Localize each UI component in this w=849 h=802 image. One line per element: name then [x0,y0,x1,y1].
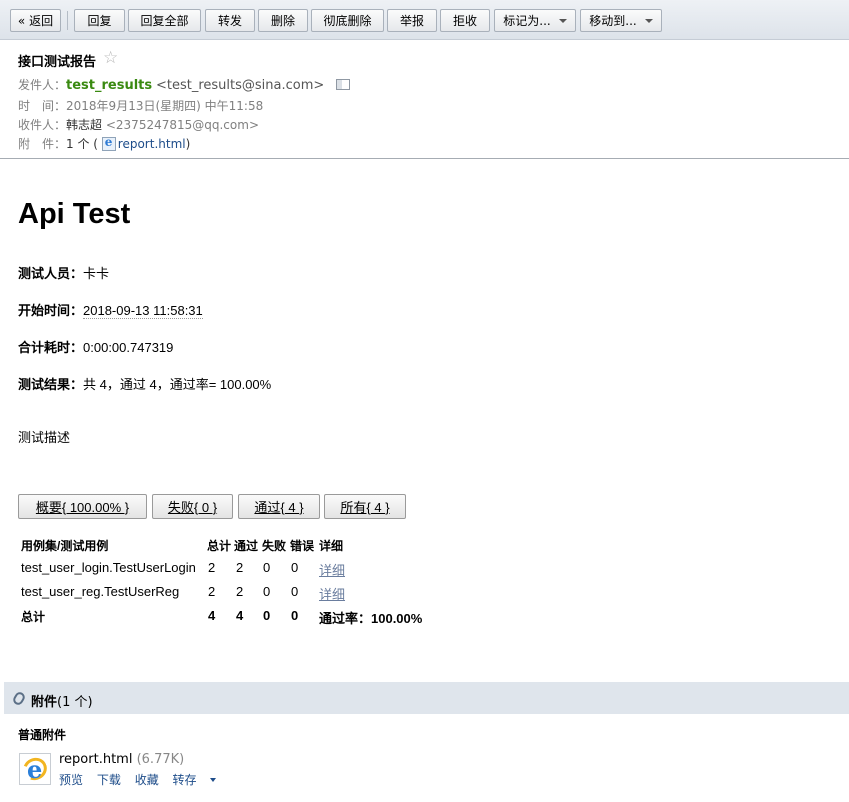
time-value: 2018年9月13日(星期四) 中午11:58 [66,99,264,113]
contact-card-icon[interactable] [336,79,351,90]
recipient-email: <2375247815@qq.com> [105,118,259,132]
start-time-label: 开始时间： [18,303,84,318]
table-row-fail: 0 [263,560,271,575]
attachments-title: 附件(1 个) [31,691,93,710]
attachments-label: 附件 [31,695,58,710]
table-row-pass: 2 [236,584,244,599]
start-time-field: 开始时间：2018-09-13 11:58:31 [18,300,203,319]
attachment-file: report.html (6.77K) [59,752,184,767]
table-row-error: 0 [291,560,299,575]
html-file-icon [101,135,116,151]
preview-link[interactable]: 预览 [59,773,83,787]
favorite-link[interactable]: 收藏 [135,773,159,787]
attachment-file-name[interactable]: report.html [59,752,132,767]
table-row-total: 2 [208,584,216,599]
failed-filter-button[interactable]: 失败{ 0 } [152,494,233,519]
save-to-dropdown[interactable]: 转存 [173,773,226,787]
table-row-fail: 0 [263,584,271,599]
html-file-icon[interactable]: e [19,753,51,785]
mark-as-dropdown[interactable]: 标记为... [494,9,576,32]
tester-field: 测试人员：卡卡 [18,263,109,282]
attachment-label: 附 件： [18,137,67,151]
table-row-total: 2 [208,560,216,575]
table-row-name: test_user_reg.TestUserReg [21,584,180,599]
delete-permanent-button[interactable]: 彻底删除 [311,9,384,32]
chevron-down-icon [209,778,216,782]
report-spam-button[interactable]: 举报 [387,9,437,32]
detail-link[interactable]: 详细 [319,584,345,603]
mail-subject: 接口测试报告 [18,55,97,70]
star-icon[interactable]: ☆ [103,48,118,68]
table-footer-fail: 0 [263,608,271,623]
recipient-row: 收件人：韩志超 <2375247815@qq.com> [18,116,259,133]
move-to-dropdown[interactable]: 移动到... [580,9,662,32]
save-to-label: 转存 [172,773,197,787]
result-field: 测试结果：共 4，通过 4，通过率= 100.00% [18,374,271,393]
back-button[interactable]: « 返回 [10,9,61,32]
attachment-actions: 预览 下载 收藏 转存 [59,771,236,788]
result-label: 测试结果： [18,377,84,392]
attachment-file-size: (6.77K) [136,752,185,767]
duration-field: 合计耗时：0:00:00.747319 [18,337,173,356]
detail-link[interactable]: 详细 [319,560,345,579]
table-row-error: 0 [291,584,299,599]
chevron-down-icon [558,18,567,23]
table-row-pass: 2 [236,560,244,575]
table-footer-pass: 4 [236,608,244,623]
attachments-bar: 附件(1 个) [4,682,849,714]
time-row: 时 间：2018年9月13日(星期四) 中午11:58 [18,97,263,114]
table-header: 通过 [234,539,259,553]
reply-button[interactable]: 回复 [74,9,125,32]
normal-attachments-heading: 普通附件 [18,728,67,742]
table-header: 错误 [290,539,315,553]
table-footer-name: 总计 [21,610,46,624]
recipient-label: 收件人： [18,118,67,132]
delete-button[interactable]: 删除 [258,9,308,32]
toolbar: « 返回 回复 回复全部 转发 删除 彻底删除 举报 拒收 标记为... 移动到… [0,0,849,40]
table-footer-rate: 通过率：100.00% [319,611,423,626]
sender-row: 发件人：test_results <test_results@sina.com> [18,76,351,93]
attachment-row: 附 件：1 个 ( report.html) [18,135,190,152]
duration-value: 0:00:00.747319 [83,340,174,355]
paperclip-icon [11,690,27,707]
result-value: 共 4，通过 4，通过率= 100.00% [83,377,272,392]
table-footer-total: 4 [208,608,216,623]
tester-value: 卡卡 [83,266,110,281]
attachment-count: 1 个 ( [66,137,98,151]
time-label: 时 间： [18,99,67,113]
tester-label: 测试人员： [18,266,84,281]
report-description: 测试描述 [18,430,71,445]
attachment-link[interactable]: report.html [118,137,186,151]
table-row-name: test_user_login.TestUserLogin [21,560,196,575]
download-link[interactable]: 下载 [97,773,121,787]
chevron-down-icon [644,18,653,23]
table-header: 总计 [207,539,232,553]
mail-header: 接口测试报告 ☆ 发件人：test_results <test_results@… [0,40,849,159]
toolbar-separator [67,11,68,30]
reject-button[interactable]: 拒收 [440,9,490,32]
table-header: 失败 [262,539,287,553]
sender-label: 发件人： [18,78,67,92]
start-time-value: 2018-09-13 11:58:31 [83,303,203,319]
report-title: Api Test [18,198,131,230]
sender-name[interactable]: test_results [66,78,152,93]
duration-label: 合计耗时： [18,340,84,355]
all-filter-button[interactable]: 所有{ 4 } [324,494,406,519]
sender-email: <test_results@sina.com> [155,78,325,93]
attachment-close: ) [185,137,191,151]
reply-all-button[interactable]: 回复全部 [128,9,201,32]
summary-filter-button[interactable]: 概要{ 100.00% } [18,494,147,519]
mark-as-label: 标记为... [503,14,551,28]
move-to-label: 移动到... [589,14,637,28]
table-header: 用例集/测试用例 [21,539,109,553]
passed-filter-button[interactable]: 通过{ 4 } [238,494,320,519]
table-footer-error: 0 [291,608,299,623]
recipient-name[interactable]: 韩志超 [66,118,102,132]
forward-button[interactable]: 转发 [205,9,255,32]
table-header: 详细 [319,539,344,553]
attachments-count: (1 个) [57,695,93,710]
